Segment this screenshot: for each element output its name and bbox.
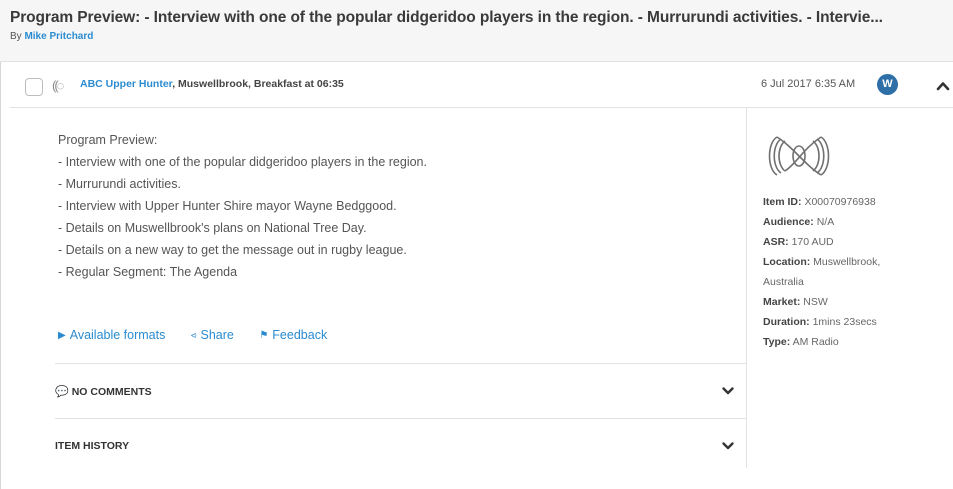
location-value: Muswellbrook, xyxy=(813,256,881,268)
market-row: Market: NSW xyxy=(763,292,948,312)
asr-key: ASR: xyxy=(763,236,789,248)
type-value: AM Radio xyxy=(792,336,839,348)
asr-row: ASR: 170 AUD xyxy=(763,232,948,252)
radio-broadcast-icon: ((◌ xyxy=(52,78,64,93)
comments-label: NO COMMENTS xyxy=(71,386,152,398)
market-key: Market: xyxy=(763,296,801,308)
item-source: ABC Upper Hunter, Muswellbrook, Breakfas… xyxy=(80,78,344,90)
flag-icon: ⚑ xyxy=(259,330,269,341)
chevron-down-icon[interactable] xyxy=(721,384,735,398)
location-row-continued: Australia xyxy=(763,276,804,288)
summary-line: Program Preview: xyxy=(58,133,158,147)
item-actions: ▶ Available formats ⪦ Share ⚑ Feedback xyxy=(58,328,349,346)
byline-prefix: By xyxy=(10,31,22,42)
page-header: Program Preview: - Interview with one of… xyxy=(0,0,953,62)
summary-line: - Regular Segment: The Agenda xyxy=(58,265,238,279)
feedback-button[interactable]: ⚑ Feedback xyxy=(259,328,327,342)
byline: By Mike Pritchard xyxy=(10,31,953,42)
item-timestamp: 6 Jul 2017 6:35 AM xyxy=(761,78,856,90)
item-id-value: X00070976938 xyxy=(804,196,876,208)
item-history-section[interactable]: ITEM HISTORY xyxy=(55,418,747,473)
comments-section[interactable]: 💬 NO COMMENTS xyxy=(55,363,747,418)
available-formats-button[interactable]: ▶ Available formats xyxy=(58,328,165,342)
page-title: Program Preview: - Interview with one of… xyxy=(10,9,883,26)
item-history-header: ITEM HISTORY xyxy=(55,440,129,452)
feedback-label: Feedback xyxy=(272,328,328,342)
share-label: Share xyxy=(200,328,234,342)
item-history-label: ITEM HISTORY xyxy=(55,440,130,452)
select-checkbox[interactable] xyxy=(25,78,43,96)
summary-line: - Details on Muswellbrook's plans on Nat… xyxy=(58,221,367,235)
abc-logo xyxy=(768,136,830,176)
location-key: Location: xyxy=(763,256,811,268)
audience-value: N/A xyxy=(816,216,835,228)
audience-row: Audience: N/A xyxy=(763,212,948,232)
item-content: Program Preview: - Interview with one of… xyxy=(10,108,747,468)
summary-line: - Interview with Upper Hunter Shire mayo… xyxy=(58,199,397,213)
type-key: Type: xyxy=(763,336,791,348)
location-row: Location: Muswellbrook, xyxy=(763,252,948,272)
comments-header: 💬 NO COMMENTS xyxy=(55,385,152,398)
chevron-up-icon[interactable] xyxy=(935,78,951,94)
summary-line: - Murrurundi activities. xyxy=(58,177,181,191)
available-formats-label: Available formats xyxy=(69,328,166,342)
author-link[interactable]: Mike Pritchard xyxy=(24,31,93,42)
type-row: Type: AM Radio xyxy=(763,332,948,352)
duration-row: Duration: 1mins 23secs xyxy=(763,312,948,332)
item-source-details: , Muswellbrook, Breakfast at 06:35 xyxy=(172,78,344,90)
item-summary: Program Preview: - Interview with one of… xyxy=(58,129,427,283)
summary-line: - Interview with one of the popular didg… xyxy=(58,155,427,169)
chevron-down-icon[interactable] xyxy=(721,439,735,453)
share-button[interactable]: ⪦ Share xyxy=(191,328,234,342)
summary-line: - Details on a new way to get the messag… xyxy=(58,243,407,257)
avatar[interactable]: W xyxy=(877,74,898,95)
play-icon: ▶ xyxy=(58,330,66,341)
asr-value: 170 AUD xyxy=(791,236,834,248)
metadata-list: Item ID: X00070976938 Audience: N/A ASR:… xyxy=(763,192,948,352)
item-id-key: Item ID: xyxy=(763,196,802,208)
duration-value: 1mins 23secs xyxy=(812,316,877,328)
duration-key: Duration: xyxy=(763,316,810,328)
audience-key: Audience: xyxy=(763,216,814,228)
share-icon: ⪦ xyxy=(190,330,197,341)
station-link[interactable]: ABC Upper Hunter xyxy=(80,78,172,90)
item-metadata: Item ID: X00070976938 Audience: N/A ASR:… xyxy=(763,133,948,352)
market-value: NSW xyxy=(803,296,828,308)
speech-bubbles-icon: 💬 xyxy=(55,386,69,398)
item-id-row: Item ID: X00070976938 xyxy=(763,192,948,212)
item-row: ((◌ ABC Upper Hunter, Muswellbrook, Brea… xyxy=(10,64,953,108)
